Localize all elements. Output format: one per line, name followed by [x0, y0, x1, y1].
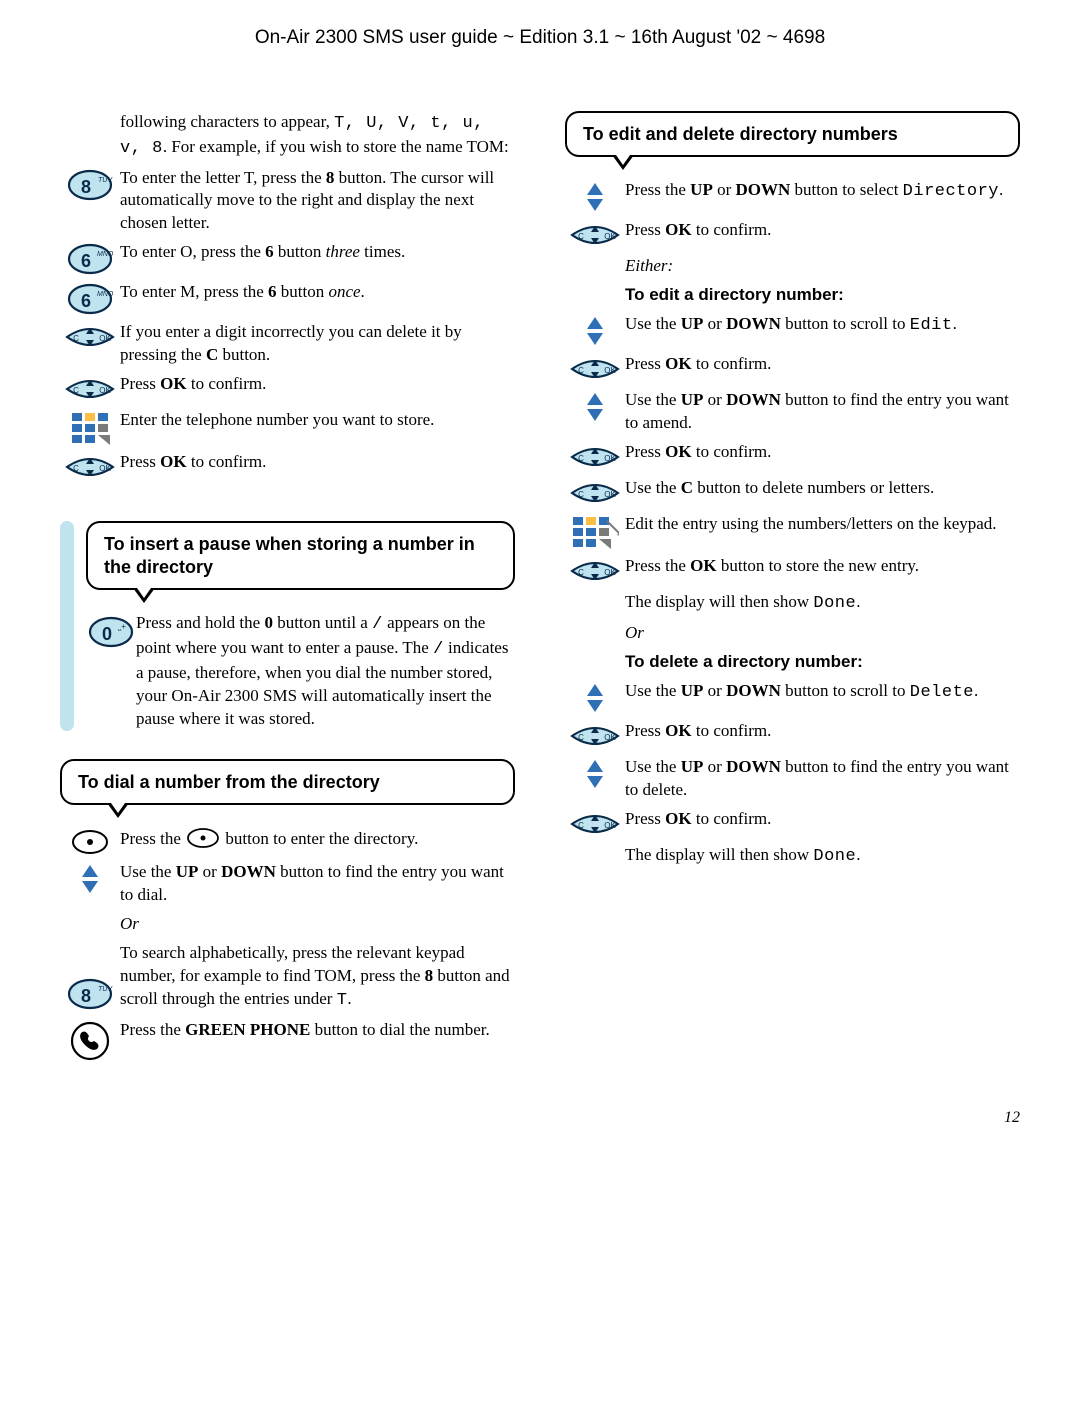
c-ok-key-icon — [568, 355, 622, 383]
green-phone-icon — [70, 1021, 110, 1061]
r-del-ok2: Press OK to confirm. — [625, 808, 1020, 831]
pause-rail — [60, 521, 74, 731]
key-8-icon — [67, 169, 113, 201]
step-dial-green: Press the GREEN PHONE button to dial the… — [120, 1019, 515, 1042]
r-either: Either: — [625, 255, 1020, 278]
c-ok-key-icon — [63, 453, 117, 481]
r-step-ok1: Press OK to confirm. — [625, 219, 1020, 242]
c-ok-key-icon — [568, 443, 622, 471]
key-6-icon — [67, 243, 113, 275]
r-edit-store: Press the OK button to store the new ent… — [625, 555, 1020, 578]
r-del-scroll: Use the UP or DOWN button to scroll to D… — [625, 680, 1020, 705]
r-delete-head: To delete a directory number: — [625, 651, 1020, 674]
step-pause: Press and hold the 0 button until a / ap… — [136, 612, 515, 731]
step-enter-t: To enter the letter T, press the 8 butto… — [120, 167, 515, 236]
r-edit-head: To edit a directory number: — [625, 284, 1020, 307]
updown-arrows-icon — [584, 391, 606, 423]
step-enter-m: To enter M, press the 6 button once. — [120, 281, 515, 304]
callout-insert-pause: To insert a pause when storing a number … — [86, 521, 515, 590]
step-dial-search: To search alphabetically, press the rele… — [120, 942, 515, 1013]
right-column: To edit and delete directory numbers Pre… — [565, 111, 1020, 1067]
keypad-edit-icon — [571, 515, 619, 549]
c-ok-key-icon — [568, 479, 622, 507]
key-8-icon — [67, 978, 113, 1010]
r-edit-ok3: Press OK to confirm. — [625, 441, 1020, 464]
r-edit-scroll: Use the UP or DOWN button to scroll to E… — [625, 313, 1020, 338]
page-header: On-Air 2300 SMS user guide ~ Edition 3.1… — [60, 25, 1020, 51]
c-ok-key-icon — [568, 810, 622, 838]
step-delete-incorrect: If you enter a digit incorrectly you can… — [120, 321, 515, 367]
step-dial-enter: Press the button to enter the directory. — [120, 827, 515, 851]
c-ok-key-icon — [63, 323, 117, 351]
keypad-icon — [70, 411, 110, 445]
c-ok-key-icon — [63, 375, 117, 403]
step-ok-confirm-2: Press OK to confirm. — [120, 451, 515, 474]
step-enter-number: Enter the telephone number you want to s… — [120, 409, 515, 432]
r-edit-ok2: Press OK to confirm. — [625, 353, 1020, 376]
c-ok-key-icon — [568, 722, 622, 750]
r-done2: The display will then show Done. — [625, 844, 1020, 869]
r-edit-c: Use the C button to delete numbers or le… — [625, 477, 1020, 500]
updown-arrows-icon — [584, 682, 606, 714]
updown-arrows-icon — [584, 315, 606, 347]
key-0-icon — [88, 616, 134, 648]
intro-text: following characters to appear, T, U, V,… — [120, 111, 515, 161]
step-dial-updown: Use the UP or DOWN button to find the en… — [120, 861, 515, 907]
step-enter-o: To enter O, press the 6 button three tim… — [120, 241, 515, 264]
c-ok-key-icon — [568, 221, 622, 249]
callout-edit-delete: To edit and delete directory numbers — [565, 111, 1020, 158]
page-number: 12 — [60, 1107, 1020, 1129]
updown-arrows-icon — [584, 181, 606, 213]
r-done1: The display will then show Done. — [625, 591, 1020, 616]
key-6-icon — [67, 283, 113, 315]
r-del-find: Use the UP or DOWN button to find the en… — [625, 756, 1020, 802]
r-edit-entry: Edit the entry using the numbers/letters… — [625, 513, 1020, 536]
dot-button-icon — [70, 829, 110, 855]
step-ok-confirm-1: Press OK to confirm. — [120, 373, 515, 396]
r-edit-find: Use the UP or DOWN button to find the en… — [625, 389, 1020, 435]
updown-arrows-icon — [79, 863, 101, 895]
updown-arrows-icon — [584, 758, 606, 790]
dial-or: Or — [120, 913, 515, 936]
c-ok-key-icon — [568, 557, 622, 585]
left-column: following characters to appear, T, U, V,… — [60, 111, 515, 1067]
r-del-ok1: Press OK to confirm. — [625, 720, 1020, 743]
callout-dial-number: To dial a number from the directory — [60, 759, 515, 806]
r-or: Or — [625, 622, 1020, 645]
r-step-select-directory: Press the UP or DOWN button to select Di… — [625, 179, 1020, 204]
dot-button-inline-icon — [185, 827, 221, 849]
